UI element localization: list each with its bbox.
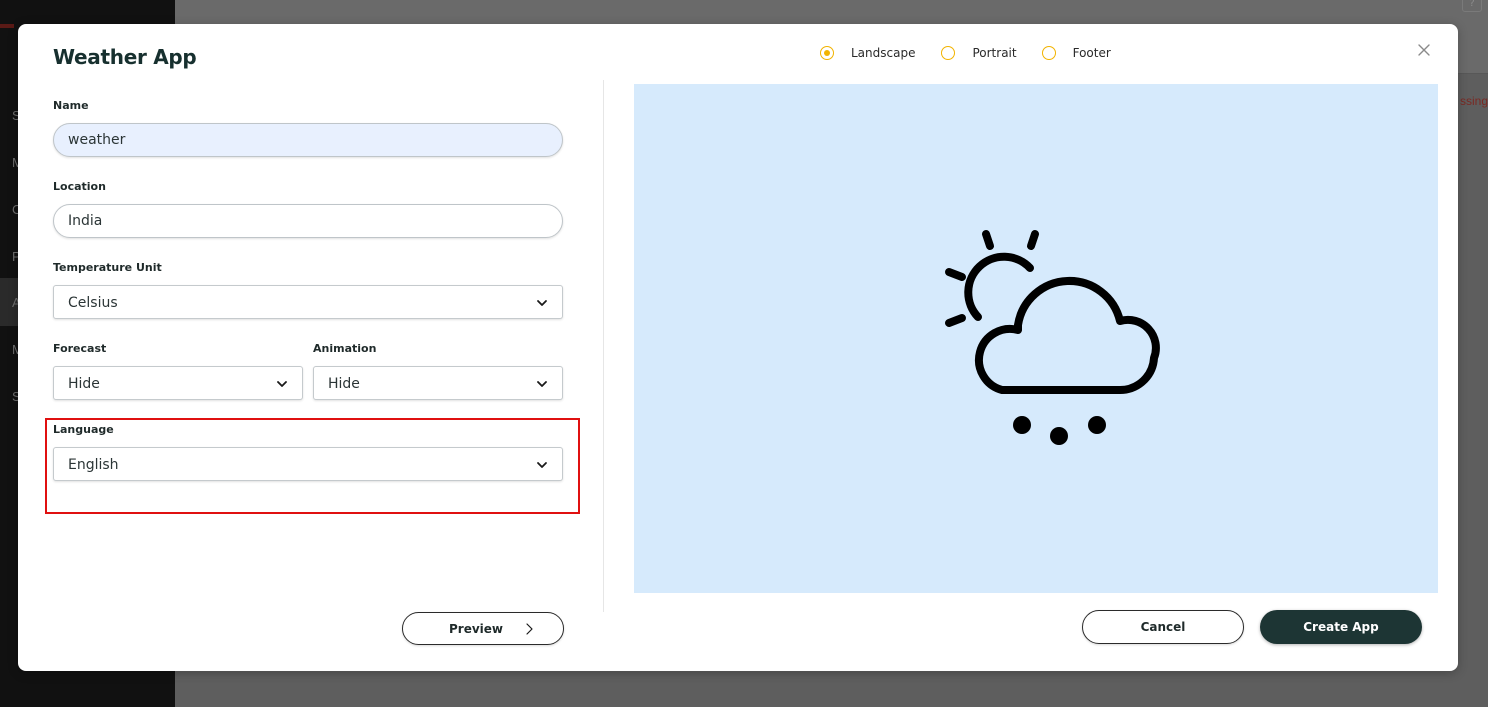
temperature-unit-value: Celsius — [68, 295, 118, 311]
name-input[interactable] — [53, 123, 563, 157]
partly-cloudy-hail-icon — [922, 224, 1162, 464]
language-value: English — [68, 457, 119, 473]
forecast-value: Hide — [68, 376, 100, 392]
forecast-select[interactable]: Hide — [53, 366, 303, 400]
background-logo-mark — [0, 24, 14, 28]
language-label: Language — [53, 423, 114, 436]
create-app-button[interactable]: Create App — [1260, 610, 1422, 644]
layout-option-label: Landscape — [851, 46, 916, 60]
preview-button-label: Preview — [449, 622, 504, 636]
chevron-down-icon — [536, 297, 548, 309]
layout-radio-group: Landscape Portrait Footer — [820, 43, 1111, 63]
name-label: Name — [53, 99, 89, 112]
animation-value: Hide — [328, 376, 360, 392]
forecast-label: Forecast — [53, 342, 107, 355]
column-divider — [603, 80, 604, 612]
modal-title: Weather App — [53, 45, 197, 69]
layout-option-footer[interactable]: Footer — [1041, 46, 1111, 60]
close-button[interactable] — [1416, 42, 1432, 58]
chevron-down-icon — [536, 459, 548, 471]
chevron-down-icon — [536, 378, 548, 390]
location-input[interactable] — [53, 204, 563, 238]
chevron-right-icon — [524, 622, 534, 636]
background-error-text: ssing — [1459, 94, 1488, 108]
layout-option-portrait[interactable]: Portrait — [941, 46, 1017, 60]
background-help-button: ? — [1462, 0, 1482, 12]
app-preview-panel — [634, 84, 1438, 593]
cancel-button[interactable]: Cancel — [1082, 610, 1244, 644]
temperature-unit-select[interactable]: Celsius — [53, 285, 563, 319]
animation-select[interactable]: Hide — [313, 366, 563, 400]
radio-checked-icon[interactable] — [820, 46, 834, 60]
language-select[interactable]: English — [53, 447, 563, 481]
close-icon[interactable] — [1416, 42, 1432, 58]
preview-button[interactable]: Preview — [402, 612, 564, 645]
temperature-unit-label: Temperature Unit — [53, 261, 162, 274]
layout-option-landscape[interactable]: Landscape — [820, 46, 915, 60]
layout-option-label: Footer — [1072, 46, 1111, 60]
radio-unchecked-icon[interactable] — [1041, 46, 1056, 60]
location-label: Location — [53, 180, 106, 193]
chevron-down-icon — [276, 378, 288, 390]
create-app-modal: Weather App Landscape Portrait Footer Na… — [18, 24, 1458, 671]
radio-unchecked-icon[interactable] — [941, 46, 956, 60]
layout-option-label: Portrait — [972, 46, 1017, 60]
animation-label: Animation — [313, 342, 377, 355]
